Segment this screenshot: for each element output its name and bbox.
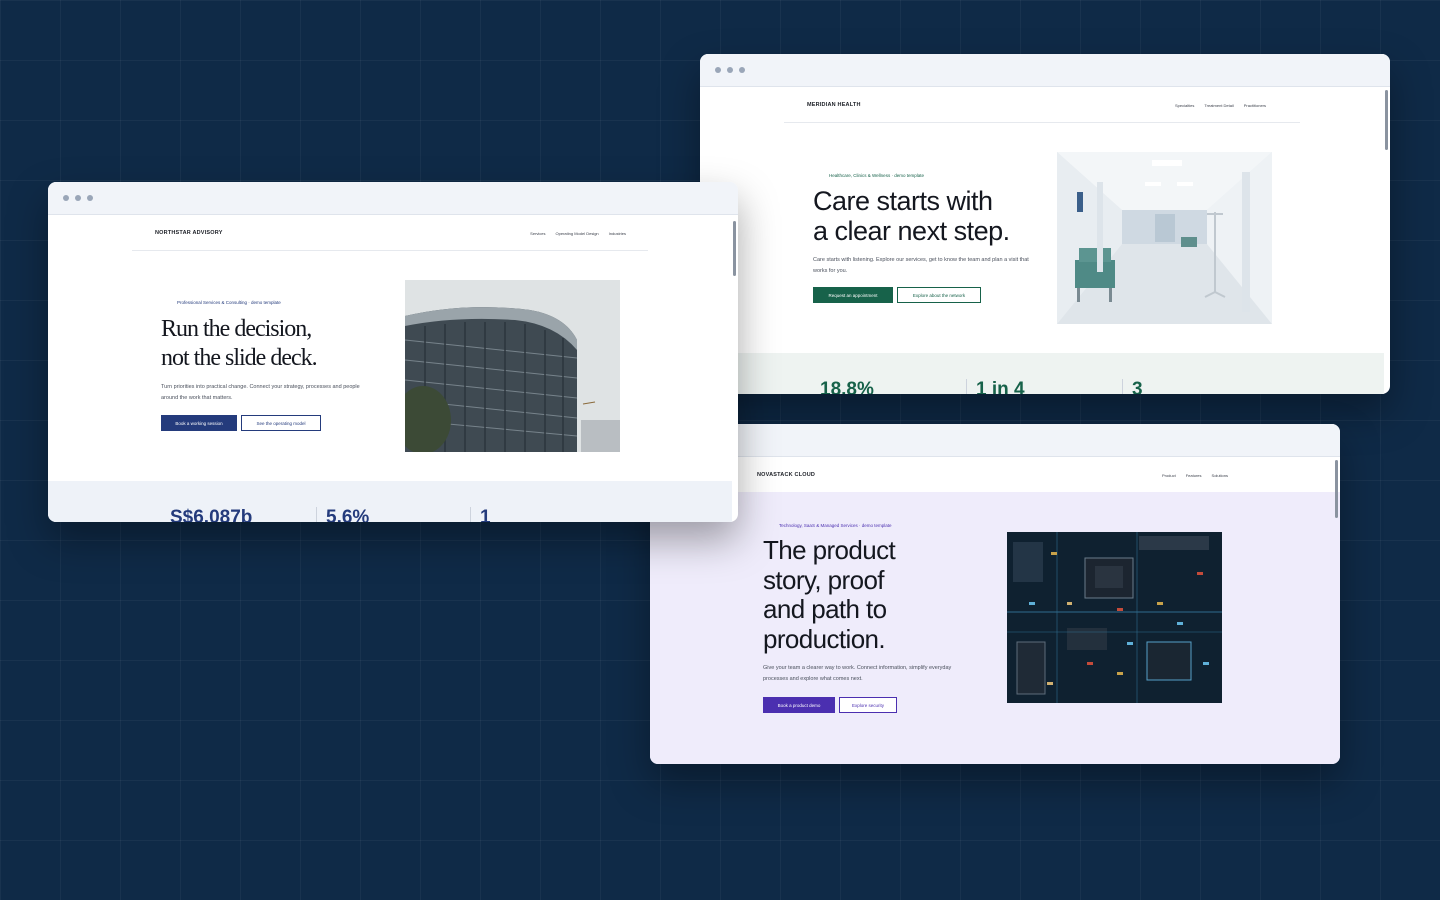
scrollbar[interactable] <box>733 221 736 276</box>
window-dot-icon <box>727 67 733 73</box>
meridian-health-window: MERIDIAN HEALTH Specialties Treatment De… <box>700 54 1390 394</box>
headline-line: The product <box>763 535 896 565</box>
scrollbar[interactable] <box>1385 90 1388 150</box>
headline-line: story, proof <box>763 564 885 595</box>
northstar-advisory-window: NORTHSTAR ADVISORY Services Operating Mo… <box>48 182 738 522</box>
headline-line: Run the decision, <box>161 316 312 342</box>
headline-line: production. <box>763 623 886 654</box>
hero-eyebrow: Professional Services & Consulting · dem… <box>177 300 281 305</box>
nav-item-product[interactable]: Product <box>1162 473 1176 478</box>
circuit-board-photo <box>1007 532 1222 703</box>
explore-security-button[interactable]: Explore security <box>839 697 897 713</box>
hospital-corridor-photo <box>1057 152 1272 324</box>
page-viewport[interactable]: NORTHSTAR ADVISORY Services Operating Mo… <box>48 215 738 522</box>
stat-divider <box>1122 379 1123 394</box>
stat-divider <box>966 379 967 394</box>
window-dot-icon <box>63 195 69 201</box>
explore-network-button[interactable]: Explore about the network <box>897 287 981 303</box>
nav-item-industries[interactable]: Industries <box>609 231 626 236</box>
headline-line: a clear next step. <box>813 216 1010 246</box>
headline-line: not the slide deck. <box>161 345 318 371</box>
header-divider <box>784 122 1300 123</box>
stat-value: 3 <box>1132 379 1143 394</box>
top-nav: Product Features Solutions <box>1162 473 1228 478</box>
book-demo-button[interactable]: Book a product demo <box>763 697 835 713</box>
hero-headline: The product story, proof and path to pro… <box>763 535 896 654</box>
see-operating-model-button[interactable]: See the operating model <box>241 415 321 431</box>
hero-lead: Care starts with listening. Explore our … <box>813 257 1029 274</box>
window-dot-icon <box>87 195 93 201</box>
stats-band: 18.8% 1 in 4 3 <box>738 353 1384 394</box>
nav-item-practitioners[interactable]: Practitioners <box>1244 103 1266 108</box>
browser-chrome <box>700 54 1390 87</box>
hero-lead: Give your team a clearer way to work. Co… <box>763 665 952 682</box>
stat-divider <box>316 507 317 522</box>
stat-value: 1 <box>480 507 491 522</box>
top-nav: Specialties Treatment Detail Practitione… <box>1175 103 1266 108</box>
hero-eyebrow: Technology, SaaS & Managed Services · de… <box>779 523 892 528</box>
window-dot-icon <box>715 67 721 73</box>
hero-headline: Care starts with a clear next step. <box>813 186 1010 246</box>
browser-chrome <box>48 182 738 215</box>
hero-eyebrow: Healthcare, Clinics & Wellness · demo te… <box>829 173 924 178</box>
office-building-photo <box>405 280 620 452</box>
stat-value: 18.8% <box>820 379 874 394</box>
stats-band: S$6.087b 5.6% 1 <box>48 481 732 522</box>
scrollbar[interactable] <box>1335 460 1338 518</box>
stat-value: 1 in 4 <box>976 379 1025 394</box>
headline-line: and path to <box>763 594 887 624</box>
nav-item-specialties[interactable]: Specialties <box>1175 103 1194 108</box>
request-appointment-button[interactable]: Request an appointment <box>813 287 893 303</box>
header-divider <box>132 250 648 251</box>
nav-item-operating-model-design[interactable]: Operating Model Design <box>556 231 599 236</box>
brand-logo[interactable]: MERIDIAN HEALTH <box>807 102 861 108</box>
browser-chrome <box>650 424 1340 457</box>
stat-value: S$6.087b <box>170 507 253 522</box>
window-dot-icon <box>75 195 81 201</box>
nav-item-features[interactable]: Features <box>1186 473 1202 478</box>
headline-line: Care starts with <box>813 186 993 216</box>
window-dot-icon <box>739 67 745 73</box>
brand-logo[interactable]: NOVASTACK CLOUD <box>757 472 815 478</box>
page-viewport[interactable]: MERIDIAN HEALTH Specialties Treatment De… <box>700 87 1390 394</box>
top-nav: Services Operating Model Design Industri… <box>530 231 626 236</box>
book-working-session-button[interactable]: Book a working session <box>161 415 237 431</box>
stat-divider <box>470 507 471 522</box>
nav-item-services[interactable]: Services <box>530 231 545 236</box>
novastack-cloud-window: NOVASTACK CLOUD Product Features Solutio… <box>650 424 1340 764</box>
site-header <box>650 457 1340 492</box>
nav-item-solutions[interactable]: Solutions <box>1212 473 1228 478</box>
page-viewport[interactable]: NOVASTACK CLOUD Product Features Solutio… <box>650 457 1340 764</box>
hero-headline: Run the decision, not the slide deck. <box>161 315 318 373</box>
nav-item-treatment-detail[interactable]: Treatment Detail <box>1204 103 1233 108</box>
stat-value: 5.6% <box>326 507 370 522</box>
hero-lead: Turn priorities into practical change. C… <box>161 384 360 401</box>
brand-logo[interactable]: NORTHSTAR ADVISORY <box>155 230 223 236</box>
